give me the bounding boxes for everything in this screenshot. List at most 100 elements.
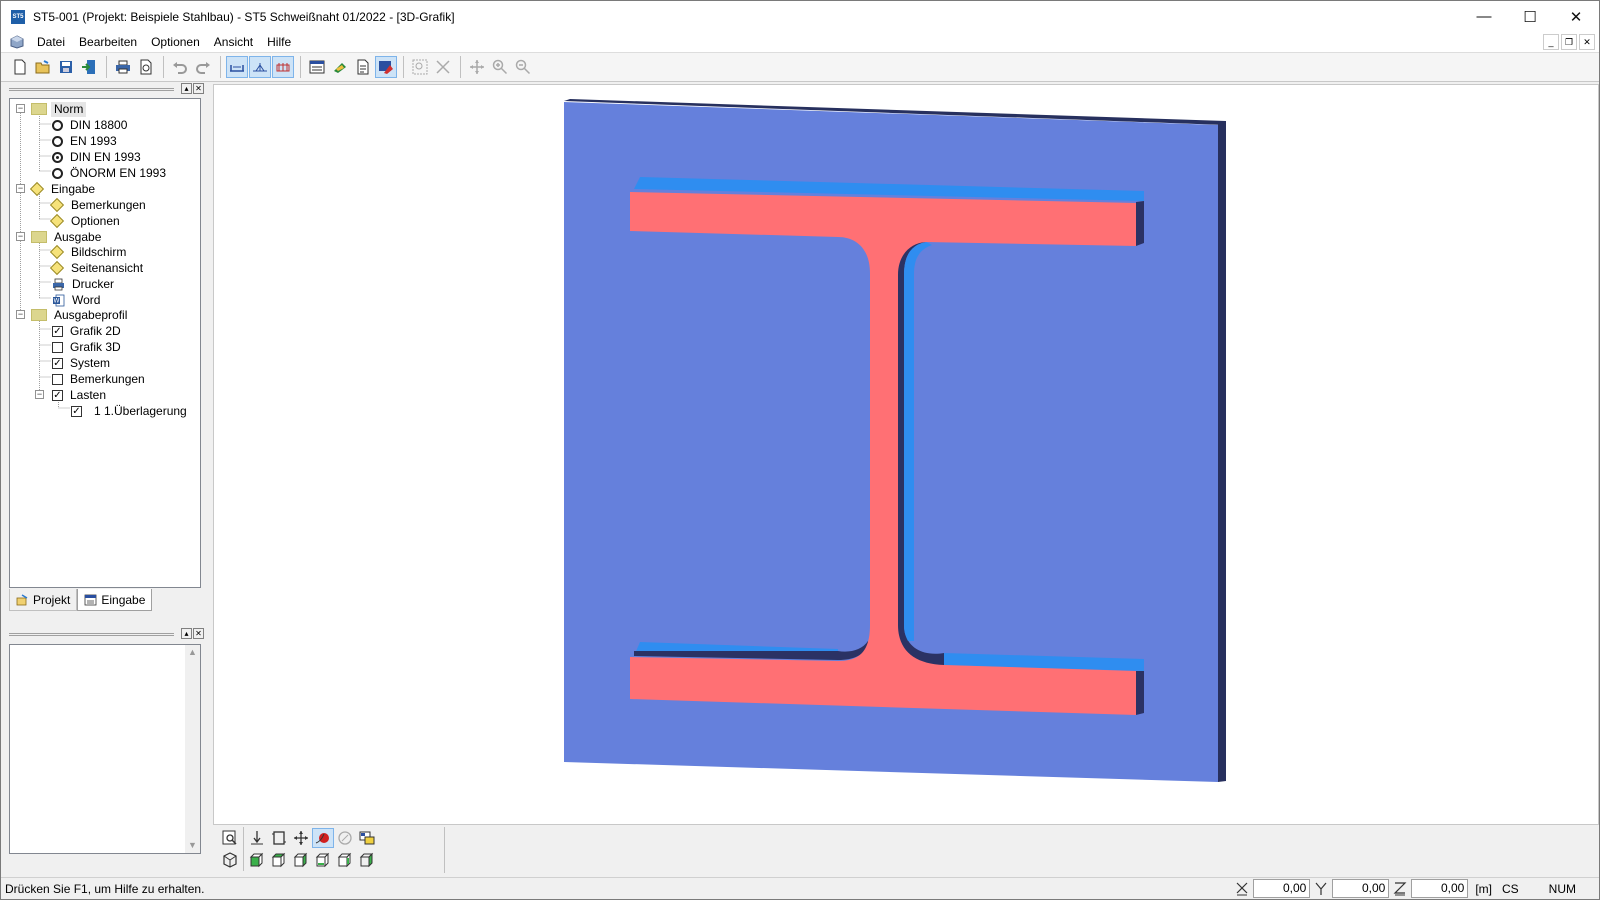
tree-item-optionen[interactable]: Optionen: [49, 213, 123, 229]
scroll-up-arrow[interactable]: ▲: [185, 645, 200, 660]
undo-button[interactable]: [169, 56, 191, 78]
tree-item-lasten[interactable]: ✓ Lasten: [52, 387, 109, 403]
print-button[interactable]: [112, 56, 134, 78]
zoom-window-button[interactable]: [409, 56, 431, 78]
expand-ausgabeprofil-toggle[interactable]: −: [16, 310, 25, 319]
tree-item-onorm-en-1993[interactable]: ÖNORM EN 1993: [52, 165, 169, 181]
expand-norm-toggle[interactable]: −: [16, 104, 25, 113]
window-list-button[interactable]: [306, 56, 328, 78]
zoom-all-button[interactable]: [432, 56, 454, 78]
input-form-icon: [84, 594, 97, 605]
tree-item-grafik-2d[interactable]: ✓ Grafik 2D: [52, 323, 124, 339]
menu-ansicht[interactable]: Ansicht: [207, 32, 260, 52]
notes-panel[interactable]: ▲ ▼: [9, 644, 201, 854]
tree-item-bemerkungen[interactable]: Bemerkungen: [49, 197, 149, 213]
zoom-out-button[interactable]: [512, 56, 534, 78]
menu-bearbeiten[interactable]: Bearbeiten: [72, 32, 144, 52]
checkbox-unchecked-icon[interactable]: [52, 373, 63, 385]
tree-item-seitenansicht[interactable]: Seitenansicht: [49, 260, 146, 276]
tree-item-system[interactable]: ✓ System: [52, 355, 113, 371]
tree-item-eingabe[interactable]: Eingabe: [29, 181, 98, 197]
close-button[interactable]: ✕: [1553, 1, 1599, 32]
tree-item-din-18800[interactable]: DIN 18800: [52, 117, 130, 133]
save-button[interactable]: [55, 56, 77, 78]
maximize-button[interactable]: ☐: [1507, 1, 1553, 32]
view-top-button[interactable]: [268, 850, 290, 870]
checkbox-unchecked-icon[interactable]: [52, 341, 63, 353]
export-button[interactable]: [78, 56, 100, 78]
pane-pin-button[interactable]: ▴: [181, 628, 192, 639]
view-side-button[interactable]: [290, 850, 312, 870]
pan-button[interactable]: [466, 56, 488, 78]
document-cube-icon[interactable]: [10, 35, 24, 49]
tree-item-ueberlagerung[interactable]: ✓ 1 1.Überlagerung: [71, 403, 190, 419]
menu-datei[interactable]: Datei: [30, 32, 72, 52]
render-3d-button[interactable]: [375, 56, 397, 78]
tree-label: Seitenansicht: [71, 260, 144, 275]
tree-item-grafik-3d[interactable]: Grafik 3D: [52, 339, 124, 355]
tree-item-bemerkungen-profil[interactable]: Bemerkungen: [52, 371, 148, 387]
view-bottom-button[interactable]: [334, 850, 356, 870]
menu-hilfe[interactable]: Hilfe: [260, 32, 298, 52]
mdi-minimize-button[interactable]: _: [1543, 34, 1559, 50]
zoom-in-button[interactable]: [489, 56, 511, 78]
notes-scrollbar[interactable]: ▲ ▼: [185, 645, 200, 853]
num-lock-indicator: NUM: [1548, 881, 1576, 896]
view-wire-button[interactable]: [356, 850, 378, 870]
mdi-close-button[interactable]: ✕: [1579, 34, 1595, 50]
redo-button[interactable]: [192, 56, 214, 78]
checkbox-checked-icon[interactable]: ✓: [52, 389, 63, 401]
tree-item-ausgabeprofil[interactable]: Ausgabeprofil: [31, 307, 130, 323]
new-file-button[interactable]: [9, 56, 31, 78]
view-orbit-button[interactable]: [334, 828, 356, 848]
view-render-button[interactable]: [356, 828, 378, 848]
view-frame-button[interactable]: [268, 828, 290, 848]
expand-lasten-toggle[interactable]: −: [35, 390, 44, 399]
checkbox-checked-icon[interactable]: ✓: [52, 357, 63, 369]
scroll-down-arrow[interactable]: ▼: [185, 838, 200, 853]
graphics-3d-button[interactable]: [329, 56, 351, 78]
mdi-restore-button[interactable]: ❐: [1561, 34, 1577, 50]
zoom-preview-button[interactable]: [219, 828, 241, 848]
tree-item-drucker[interactable]: Drucker: [52, 276, 117, 292]
view-pan-button[interactable]: [290, 828, 312, 848]
tree-item-en-1993[interactable]: EN 1993: [52, 133, 120, 149]
menu-optionen[interactable]: Optionen: [144, 32, 207, 52]
view-rotate-button[interactable]: [312, 828, 334, 848]
pane-close-button[interactable]: ✕: [193, 628, 204, 639]
view-results-button[interactable]: [272, 56, 294, 78]
pane-close-button[interactable]: ✕: [193, 83, 204, 94]
tree-item-bildschirm[interactable]: Bildschirm: [49, 244, 129, 260]
zoom-in-icon: [492, 59, 508, 75]
view-iso-button[interactable]: [219, 850, 241, 870]
checkbox-checked-icon[interactable]: ✓: [71, 405, 82, 417]
tab-eingabe[interactable]: Eingabe: [77, 589, 153, 611]
print-preview-button[interactable]: [135, 56, 157, 78]
view-weld-button[interactable]: [249, 56, 271, 78]
folder-icon: [31, 309, 47, 321]
pane-pin-button[interactable]: ▴: [181, 83, 192, 94]
expand-ausgabe-toggle[interactable]: −: [16, 232, 25, 241]
view-front-button[interactable]: [246, 850, 268, 870]
expand-eingabe-toggle[interactable]: −: [16, 184, 25, 193]
view-system-button[interactable]: [226, 56, 248, 78]
tab-projekt[interactable]: Projekt: [9, 589, 78, 611]
tree-label: Eingabe: [51, 181, 96, 196]
tree-label: Drucker: [72, 276, 115, 291]
tree-item-ausgabe[interactable]: Ausgabe: [31, 229, 104, 245]
tree-label: Ausgabeprofil: [54, 307, 128, 322]
view-down-button[interactable]: [246, 828, 268, 848]
checkbox-checked-icon[interactable]: ✓: [52, 325, 63, 337]
open-file-button[interactable]: [32, 56, 54, 78]
document-button[interactable]: [352, 56, 374, 78]
minimize-button[interactable]: —: [1461, 1, 1507, 32]
pane-gripper[interactable]: [9, 88, 174, 91]
graphics-3d-viewport[interactable]: [213, 84, 1599, 825]
tree-item-norm[interactable]: Norm: [31, 101, 87, 117]
tree-item-din-en-1993[interactable]: DIN EN 1993: [52, 149, 144, 165]
tree-label: Bemerkungen: [71, 197, 146, 212]
toolbar-separator: [300, 56, 301, 78]
tree-item-word[interactable]: W Word: [52, 292, 103, 308]
view-back-button[interactable]: [312, 850, 334, 870]
pane-gripper[interactable]: [9, 633, 174, 636]
